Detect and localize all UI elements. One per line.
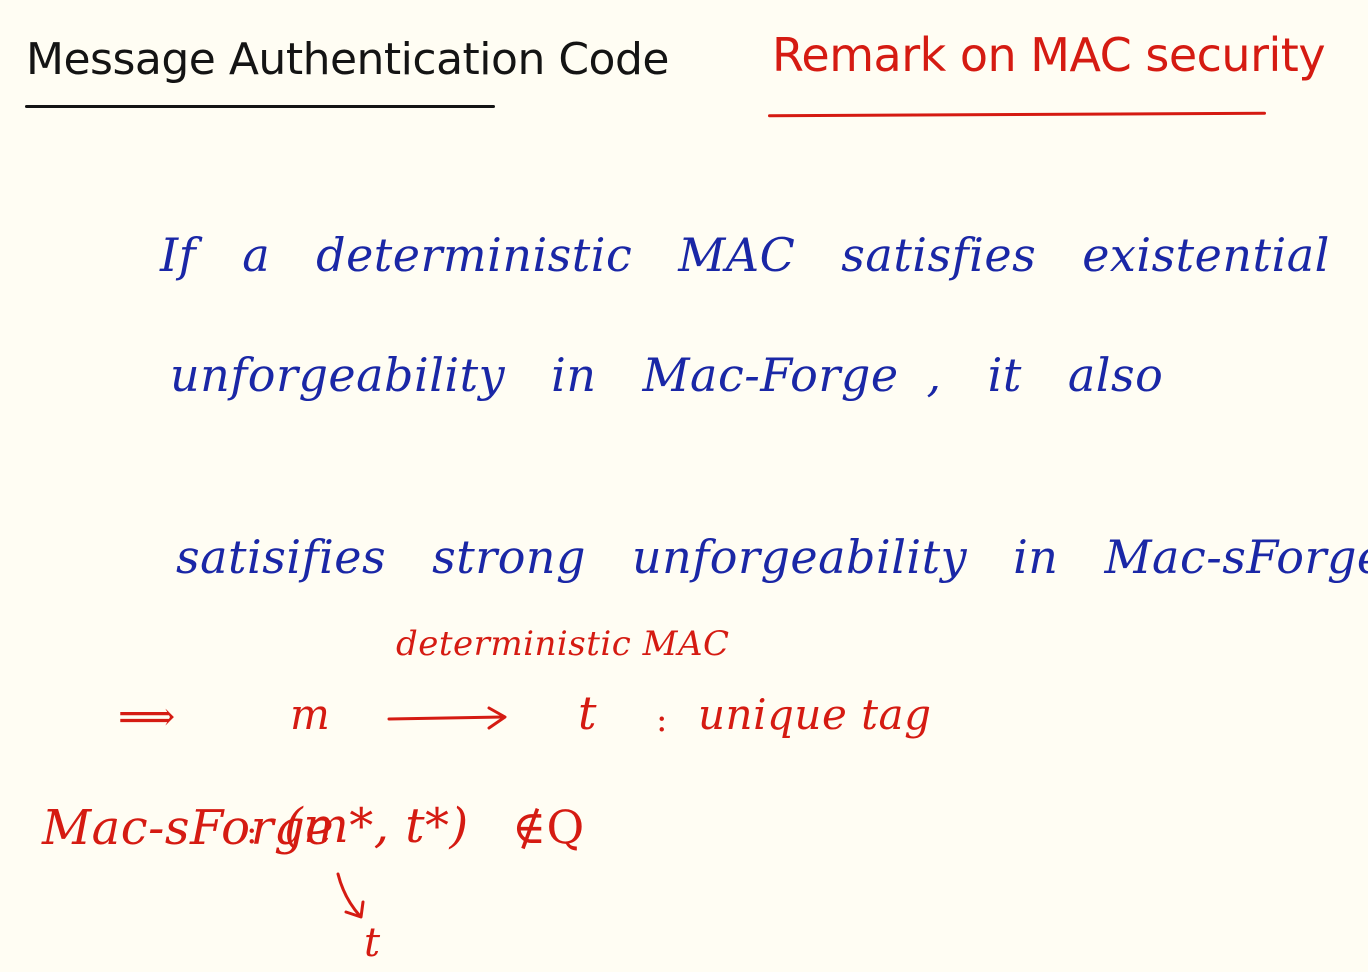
statement-word: existential [1082,228,1330,282]
statement-line-3: satisifies strong unforgeability in Mac-sFor… [176,530,1368,584]
message-symbol: m [290,690,331,739]
arrow-label: deterministic MAC [396,624,730,664]
statement-word: satisifies [176,530,387,584]
title-underline-right [767,111,1267,118]
statement-word: MAC [678,228,796,282]
note-page: Message Authentication Code Remark on MA… [0,0,1368,972]
statement-word: in [551,348,597,402]
not-in-q: ∉Q [512,800,585,854]
statement-word: it [987,348,1022,402]
statement-word: Mac-Forge [642,348,899,402]
statement-word: also [1067,348,1164,402]
statement-word: unforgeability [170,348,506,402]
implies-symbol: ⟹ [118,694,176,740]
statement-line-2: unforgeability in Mac-Forge, it also [170,348,1163,402]
statement-word: Mac-sForge. [1104,530,1368,584]
page-title-right: Remark on MAC security [772,28,1326,82]
right-arrow-icon [387,706,507,730]
forged-pair: (m*, t*) [284,798,469,854]
sforge-colon: : [246,812,258,852]
down-arrow-icon [336,872,365,919]
statement-word: If [160,228,197,282]
statement-word: , [926,348,942,402]
statement-word: strong [432,530,586,584]
statement-word: deterministic [316,228,633,282]
tag-below: t [364,920,381,966]
statement-line-1: If a deterministic MAC satisfies existential [160,228,1330,282]
page-title-left: Message Authentication Code [26,34,669,85]
derivation-colon: : [656,700,668,740]
statement-word: satisfies [841,228,1037,282]
statement-word: a [242,228,271,282]
statement-word: in [1013,530,1059,584]
statement-word: unforgeability [631,530,968,584]
title-underline-left [25,105,495,108]
tag-symbol: t [578,686,597,740]
unique-tag-note: unique tag [698,690,932,739]
